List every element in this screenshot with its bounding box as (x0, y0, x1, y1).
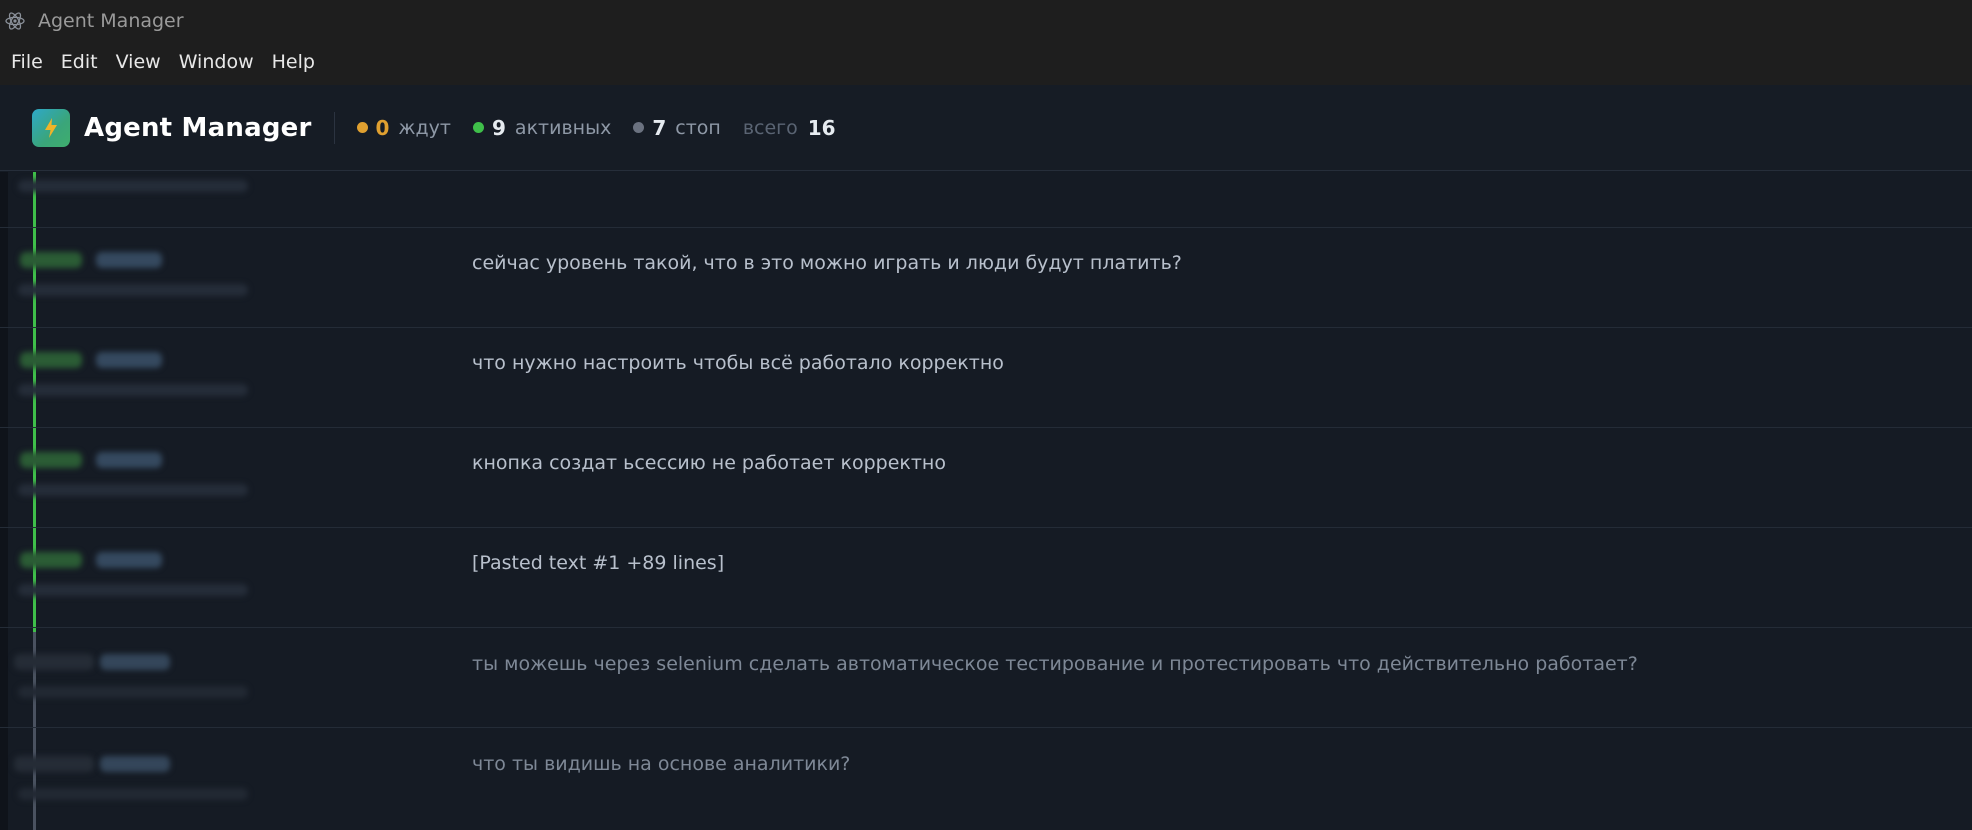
session-message: [Pasted text #1 +89 lines] (472, 552, 725, 574)
session-row[interactable]: что нужно настроить чтобы всё работало к… (0, 327, 1972, 427)
active-dot-icon (473, 122, 484, 133)
menu-help[interactable]: Help (263, 51, 324, 73)
stat-total-count: 16 (807, 115, 836, 140)
stat-total-label: всего (742, 116, 798, 139)
header-divider (333, 111, 335, 144)
session-message: кнопка создат ьсессию не работает коррек… (472, 452, 946, 474)
waiting-dot-icon (356, 122, 368, 133)
stat-waiting-label: ждут (398, 116, 451, 139)
electron-icon (3, 9, 27, 33)
stat-active-count: 9 (492, 115, 506, 140)
app-header: Agent Manager 0 ждут 9 активных 7 стоп в… (0, 85, 1972, 171)
menu-file[interactable]: File (0, 51, 52, 73)
title-bar: Agent Manager (0, 0, 1972, 43)
session-row[interactable]: сейчас уровень такой, что в это можно иг… (0, 227, 1972, 327)
menu-edit[interactable]: Edit (52, 51, 107, 73)
stat-active-label: активных (514, 116, 612, 139)
app-brand: Agent Manager (84, 112, 312, 143)
lightning-icon (45, 117, 57, 138)
session-message: что ты видишь на основе аналитики? (472, 753, 851, 775)
stat-stopped-label: стоп (675, 116, 721, 139)
session-row[interactable]: [Pasted text #1 +89 lines] (0, 527, 1972, 627)
stopped-dot-icon (633, 122, 645, 133)
menu-view[interactable]: View (107, 51, 170, 73)
session-row[interactable]: ты можешь через selenium сделать автомат… (0, 627, 1972, 727)
stat-active: 9 активных (473, 116, 611, 140)
window-title: Agent Manager (38, 9, 184, 32)
stat-stopped: 7 стоп (633, 115, 721, 140)
stat-total: всего 16 (743, 116, 845, 140)
stat-waiting: 0 ждут (356, 115, 451, 140)
session-message: сейчас уровень такой, что в это можно иг… (472, 252, 1182, 274)
stat-stopped-count: 7 (652, 115, 667, 140)
session-message: что нужно настроить чтобы всё работало к… (472, 352, 1004, 374)
session-row[interactable]: что ты видишь на основе аналитики? (0, 727, 1972, 827)
menu-window[interactable]: Window (170, 51, 263, 73)
stat-waiting-count: 0 (375, 115, 390, 140)
session-message: ты можешь через selenium сделать автомат… (472, 653, 1638, 675)
session-row[interactable]: кнопка создат ьсессию не работает коррек… (0, 427, 1972, 527)
menu-bar: File Edit View Window Help (0, 43, 1972, 85)
session-item-redacted[interactable] (18, 180, 248, 192)
app-logo (32, 108, 70, 147)
